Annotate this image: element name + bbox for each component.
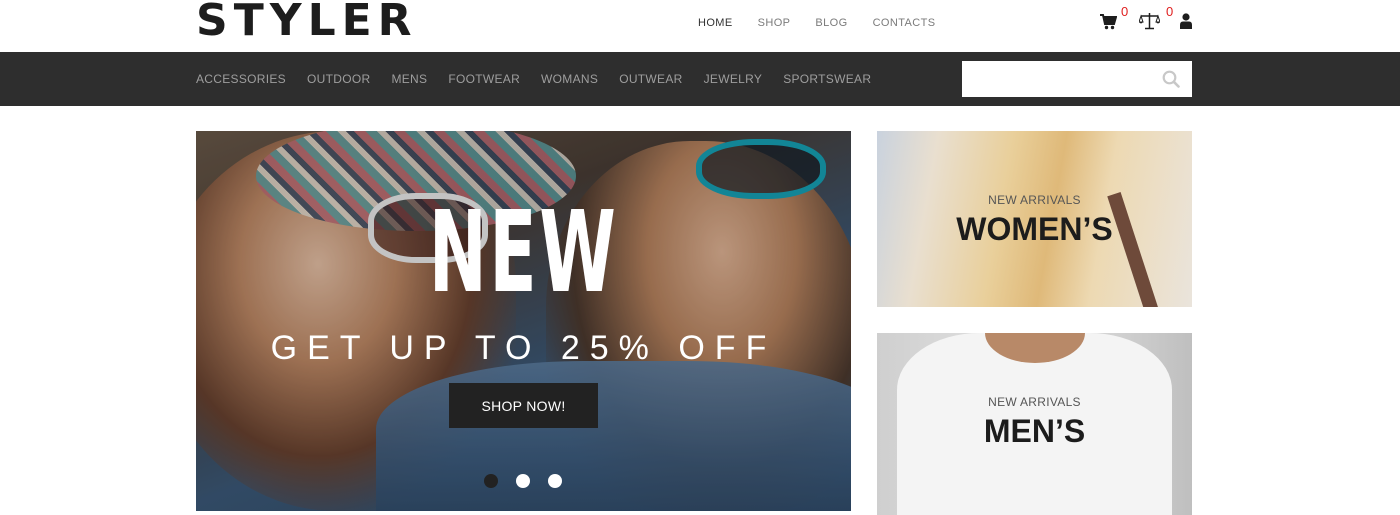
category-outdoor[interactable]: OUTDOOR [307, 72, 370, 86]
cart-count-badge: 0 [1121, 4, 1129, 19]
category-womans[interactable]: WOMANS [541, 72, 598, 86]
search-box [962, 61, 1192, 97]
hero-subtitle: GET UP TO 25% OFF [270, 329, 777, 367]
nav-shop[interactable]: SHOP [758, 16, 791, 30]
slider-dot-3[interactable] [548, 474, 562, 488]
category-sportswear[interactable]: SPORTSWEAR [783, 72, 871, 86]
nav-home[interactable]: HOME [698, 16, 733, 30]
hero-slider[interactable]: NEW GET UP TO 25% OFF SHOP NOW! [196, 131, 851, 511]
category-accessories[interactable]: ACCESSORIES [196, 72, 286, 86]
user-icon[interactable] [1180, 13, 1192, 34]
hero-title: NEW [428, 188, 619, 318]
promo-women-title: WOMEN’S [956, 211, 1113, 247]
slider-dot-1[interactable] [484, 474, 498, 488]
header-icons: 0 0 [1100, 4, 1200, 35]
site-logo[interactable]: STYLER [196, 0, 418, 43]
promo-men-kicker: NEW ARRIVALS [988, 395, 1081, 409]
promo-men[interactable]: NEW ARRIVALS MEN’S [877, 333, 1192, 515]
compare-icon[interactable] [1138, 12, 1161, 35]
promo-men-label: NEW ARRIVALS MEN’S [877, 395, 1192, 449]
category-footwear[interactable]: FOOTWEAR [448, 72, 520, 86]
search-icon[interactable] [1162, 70, 1180, 88]
slider-dot-2[interactable] [516, 474, 530, 488]
promo-men-title: MEN’S [983, 413, 1086, 449]
promo-women-label: NEW ARRIVALS WOMEN’S [877, 193, 1192, 247]
shop-now-button[interactable]: SHOP NOW! [449, 383, 598, 428]
slider-dots [484, 474, 580, 488]
site-header: STYLER HOME SHOP BLOG CONTACTS 0 0 [0, 0, 1400, 52]
main-nav: HOME SHOP BLOG CONTACTS [698, 16, 960, 30]
promo-women-kicker: NEW ARRIVALS [988, 193, 1081, 207]
category-bar: ACCESSORIES OUTDOOR MENS FOOTWEAR WOMANS… [0, 52, 1400, 106]
category-nav: ACCESSORIES OUTDOOR MENS FOOTWEAR WOMANS… [196, 72, 892, 86]
category-outwear[interactable]: OUTWEAR [619, 72, 682, 86]
category-jewelry[interactable]: JEWELRY [704, 72, 763, 86]
nav-blog[interactable]: BLOG [815, 16, 847, 30]
promo-women[interactable]: NEW ARRIVALS WOMEN’S [877, 131, 1192, 307]
category-mens[interactable]: MENS [391, 72, 427, 86]
cart-icon[interactable] [1100, 14, 1118, 35]
compare-count-badge: 0 [1166, 4, 1174, 19]
nav-contacts[interactable]: CONTACTS [873, 16, 936, 30]
search-input[interactable] [962, 61, 1152, 97]
